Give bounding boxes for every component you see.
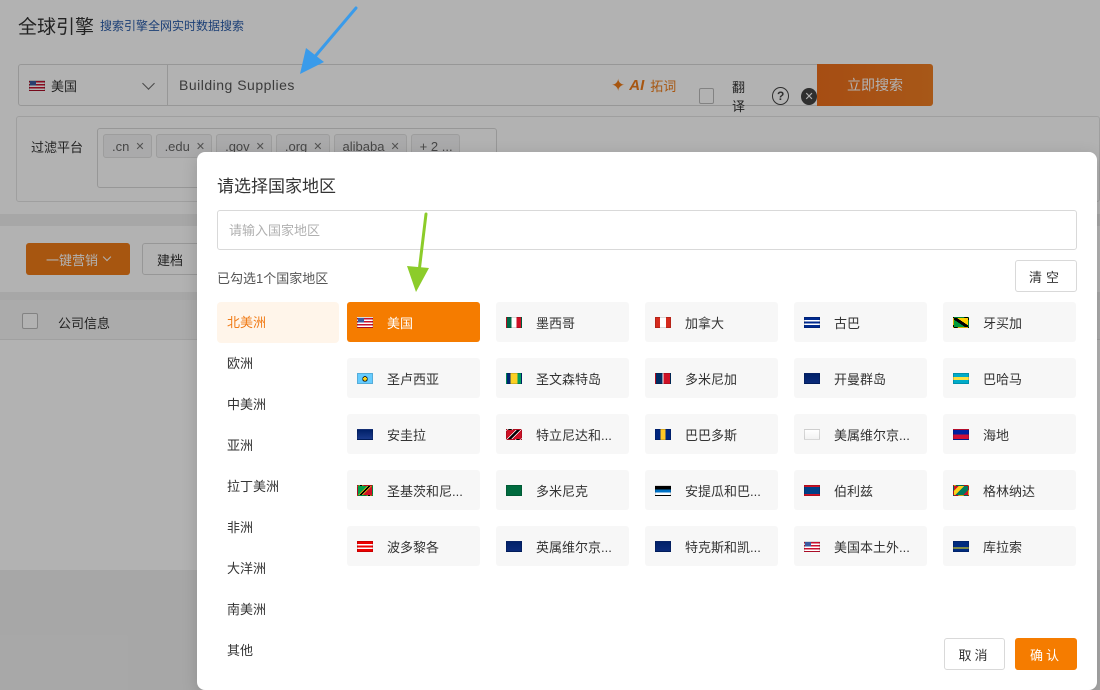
country-option-label: 海地	[983, 427, 1010, 443]
clear-button[interactable]: 清空	[1015, 260, 1077, 292]
selected-count: 已勾选1个国家地区	[217, 271, 329, 286]
vg-flag-icon	[506, 540, 522, 552]
tc-flag-icon	[655, 540, 671, 552]
country-option-label: 巴哈马	[983, 371, 1023, 387]
um-flag-icon	[804, 540, 820, 552]
dm-flag-icon	[506, 484, 522, 496]
ca-flag-icon	[655, 316, 671, 328]
region-search-input[interactable]	[217, 210, 1077, 250]
continent-item-south-america[interactable]: 南美洲	[217, 589, 339, 630]
bb-flag-icon	[655, 428, 671, 440]
country-option-label: 特立尼达和...	[536, 427, 612, 443]
bs-flag-icon	[953, 372, 969, 384]
vi-flag-icon	[804, 428, 820, 440]
continent-item-asia[interactable]: 亚洲	[217, 425, 339, 466]
pr-flag-icon	[357, 540, 373, 552]
country-option[interactable]: 古巴	[794, 302, 927, 342]
country-option[interactable]: 格林纳达	[943, 470, 1076, 510]
continent-item-africa[interactable]: 非洲	[217, 507, 339, 548]
country-option[interactable]: 墨西哥	[496, 302, 629, 342]
country-option[interactable]: 美国本土外...	[794, 526, 927, 566]
country-option[interactable]: 加拿大	[645, 302, 778, 342]
country-option[interactable]: 美国	[347, 302, 480, 342]
country-option-label: 圣文森特岛	[536, 371, 602, 387]
country-option-label: 多米尼加	[685, 371, 738, 387]
do-flag-icon	[655, 372, 671, 384]
continent-item-latin-america[interactable]: 拉丁美洲	[217, 466, 339, 507]
country-option[interactable]: 圣基茨和尼...	[347, 470, 480, 510]
country-option-label: 英属维尔京...	[536, 539, 612, 555]
cancel-button[interactable]: 取消	[944, 638, 1005, 670]
country-grid: 美国 墨西哥 加拿大 古巴 牙买加圣卢西亚 圣文森特岛 多米尼加 开曼群岛 巴哈马安圭拉 特立尼达…	[347, 302, 1077, 566]
country-option-label: 圣基茨和尼...	[387, 483, 463, 499]
region-select-dialog: 请选择国家地区 已勾选1个国家地区 清空 北美洲 欧洲 中美洲 亚洲 拉丁美洲 …	[197, 152, 1097, 690]
country-option[interactable]: 波多黎各	[347, 526, 480, 566]
ag-flag-icon	[655, 484, 671, 496]
country-option-label: 美国	[387, 315, 414, 331]
us-flag-icon	[357, 316, 373, 328]
ht-flag-icon	[953, 428, 969, 440]
mx-flag-icon	[506, 316, 522, 328]
country-option[interactable]: 安圭拉	[347, 414, 480, 454]
country-option[interactable]: 美属维尔京...	[794, 414, 927, 454]
country-option-label: 美国本土外...	[834, 539, 910, 555]
country-option-label: 伯利兹	[834, 483, 874, 499]
tt-flag-icon	[506, 428, 522, 440]
country-option[interactable]: 特立尼达和...	[496, 414, 629, 454]
continent-item-oceania[interactable]: 大洋洲	[217, 548, 339, 589]
country-option-label: 古巴	[834, 315, 861, 331]
continent-item-central-america[interactable]: 中美洲	[217, 384, 339, 425]
country-option-label: 美属维尔京...	[834, 427, 910, 443]
continent-item-europe[interactable]: 欧洲	[217, 343, 339, 384]
country-option-label: 安提瓜和巴...	[685, 483, 761, 499]
country-option-label: 巴巴多斯	[685, 427, 738, 443]
ai-flag-icon	[357, 428, 373, 440]
country-option[interactable]: 安提瓜和巴...	[645, 470, 778, 510]
country-option-label: 波多黎各	[387, 539, 440, 555]
country-option[interactable]: 圣文森特岛	[496, 358, 629, 398]
gd-flag-icon	[953, 484, 969, 496]
country-option[interactable]: 特克斯和凯...	[645, 526, 778, 566]
country-option-label: 开曼群岛	[834, 371, 887, 387]
country-option[interactable]: 英属维尔京...	[496, 526, 629, 566]
cu-flag-icon	[804, 316, 820, 328]
country-option-label: 格林纳达	[983, 483, 1036, 499]
kn-flag-icon	[357, 484, 373, 496]
continent-item-other[interactable]: 其他	[217, 630, 339, 671]
country-option-label: 加拿大	[685, 315, 725, 331]
country-option[interactable]: 圣卢西亚	[347, 358, 480, 398]
country-option[interactable]: 多米尼加	[645, 358, 778, 398]
continent-item-north-america[interactable]: 北美洲	[217, 302, 339, 343]
country-option-label: 安圭拉	[387, 427, 427, 443]
country-option-label: 库拉索	[983, 539, 1023, 555]
dialog-title: 请选择国家地区	[217, 177, 336, 196]
confirm-button[interactable]: 确认	[1015, 638, 1077, 670]
country-option[interactable]: 牙买加	[943, 302, 1076, 342]
country-option-label: 多米尼克	[536, 483, 589, 499]
country-option-label: 牙买加	[983, 315, 1023, 331]
country-option[interactable]: 巴哈马	[943, 358, 1076, 398]
bz-flag-icon	[804, 484, 820, 496]
country-option[interactable]: 多米尼克	[496, 470, 629, 510]
country-option-label: 圣卢西亚	[387, 371, 440, 387]
cw-flag-icon	[953, 540, 969, 552]
country-option[interactable]: 海地	[943, 414, 1076, 454]
country-option[interactable]: 伯利兹	[794, 470, 927, 510]
lc-flag-icon	[357, 372, 373, 384]
jm-flag-icon	[953, 316, 969, 328]
country-option[interactable]: 库拉索	[943, 526, 1076, 566]
vc-flag-icon	[506, 372, 522, 384]
country-option-label: 墨西哥	[536, 315, 576, 331]
continent-list: 北美洲 欧洲 中美洲 亚洲 拉丁美洲 非洲 大洋洲 南美洲 其他	[217, 302, 339, 671]
ky-flag-icon	[804, 372, 820, 384]
country-option[interactable]: 开曼群岛	[794, 358, 927, 398]
country-option[interactable]: 巴巴多斯	[645, 414, 778, 454]
country-option-label: 特克斯和凯...	[685, 539, 761, 555]
